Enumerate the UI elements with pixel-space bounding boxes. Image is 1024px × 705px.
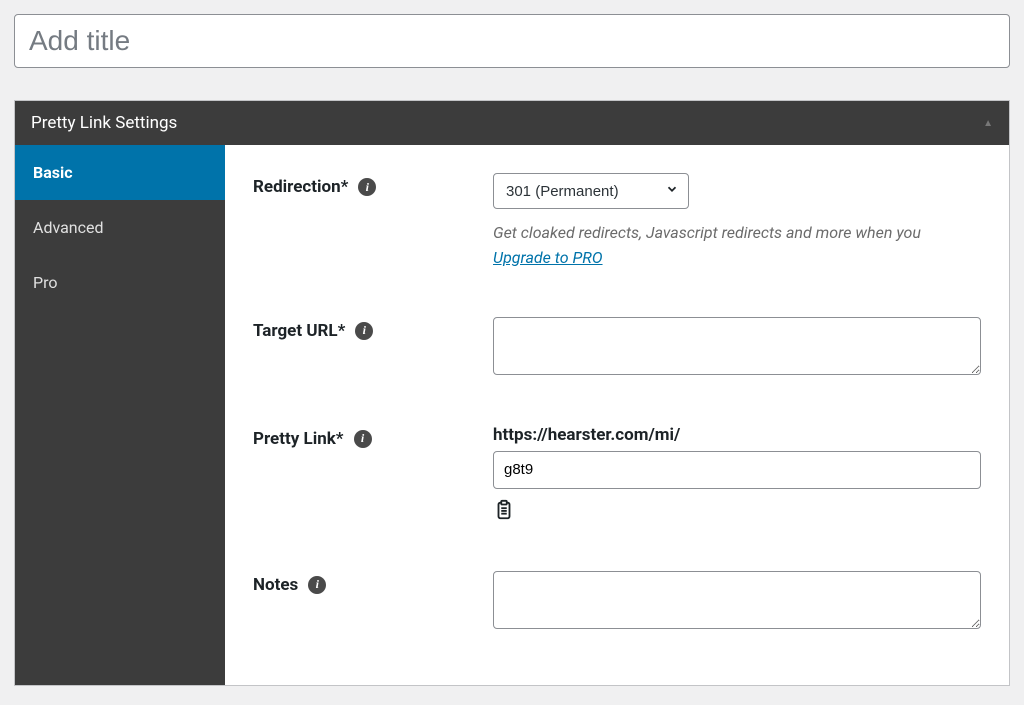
settings-content: Redirection* i 301 (Permanent) Get cloak… bbox=[225, 145, 1009, 685]
pretty-link-base: https://hearster.com/mi/ bbox=[493, 425, 981, 445]
notes-input[interactable] bbox=[493, 571, 981, 629]
redirection-label: Redirection* bbox=[253, 177, 348, 197]
info-icon[interactable]: i bbox=[354, 430, 372, 448]
panel-title: Pretty Link Settings bbox=[31, 113, 177, 133]
pretty-link-label: Pretty Link* bbox=[253, 429, 344, 449]
collapse-icon[interactable]: ▲ bbox=[983, 118, 993, 129]
clipboard-icon[interactable] bbox=[493, 499, 515, 521]
field-redirection: Redirection* i 301 (Permanent) Get cloak… bbox=[253, 173, 981, 271]
panel-body: Basic Advanced Pro Redirection* i 301 (P… bbox=[15, 145, 1009, 685]
tab-advanced[interactable]: Advanced bbox=[15, 200, 225, 255]
info-icon[interactable]: i bbox=[308, 576, 326, 594]
field-target-url: Target URL* i bbox=[253, 317, 981, 379]
info-icon[interactable]: i bbox=[355, 322, 373, 340]
redirection-hint: Get cloaked redirects, Javascript redire… bbox=[493, 221, 981, 271]
settings-panel: Pretty Link Settings ▲ Basic Advanced Pr… bbox=[14, 100, 1010, 686]
field-notes: Notes i bbox=[253, 571, 981, 633]
redirection-select[interactable]: 301 (Permanent) bbox=[493, 173, 689, 209]
title-input[interactable] bbox=[14, 14, 1010, 68]
info-icon[interactable]: i bbox=[358, 178, 376, 196]
tab-basic[interactable]: Basic bbox=[15, 145, 225, 200]
upgrade-link[interactable]: Upgrade to PRO bbox=[493, 248, 603, 267]
hint-text: Get cloaked redirects, Javascript redire… bbox=[493, 223, 921, 242]
field-pretty-link: Pretty Link* i https://hearster.com/mi/ bbox=[253, 425, 981, 525]
notes-label: Notes bbox=[253, 575, 298, 595]
target-url-input[interactable] bbox=[493, 317, 981, 375]
target-url-label: Target URL* bbox=[253, 321, 345, 341]
settings-sidebar: Basic Advanced Pro bbox=[15, 145, 225, 685]
pretty-link-slug-input[interactable] bbox=[493, 451, 981, 489]
tab-pro[interactable]: Pro bbox=[15, 255, 225, 310]
panel-header[interactable]: Pretty Link Settings ▲ bbox=[15, 101, 1009, 145]
